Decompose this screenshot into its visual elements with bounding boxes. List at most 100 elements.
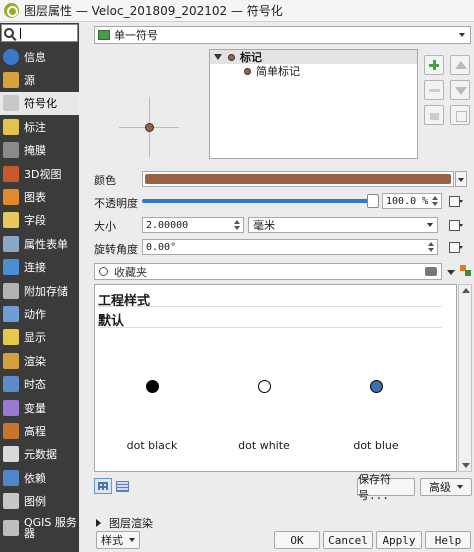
collapse-arrow-icon[interactable]: [96, 519, 101, 527]
variable-icon: [3, 399, 19, 416]
icon-view-toggle[interactable]: [94, 478, 112, 494]
sidebar-item-label: 掩膜: [24, 144, 46, 158]
apply-button[interactable]: Apply: [376, 531, 422, 549]
scroll-up-icon[interactable]: [462, 288, 470, 293]
spin-arrows-icon[interactable]: [430, 195, 440, 207]
window-title: 图层属性 — Veloc_201809_202102 — 符号化: [24, 4, 283, 18]
library-symbol-label[interactable]: dot white: [219, 439, 309, 452]
save-symbol-label: 保存符号...: [358, 473, 391, 502]
ok-label: OK: [290, 533, 304, 547]
sidebar-item[interactable]: 动作: [0, 302, 79, 325]
sidebar-item[interactable]: 属性表单: [0, 232, 79, 255]
sidebar-item-label: 源: [24, 74, 35, 88]
sidebar-item-label: 时态: [24, 378, 46, 392]
sidebar-item[interactable]: 图表: [0, 185, 79, 208]
color-button[interactable]: [142, 171, 454, 187]
help-button[interactable]: Help: [425, 531, 471, 549]
sidebar-item[interactable]: 图例: [0, 489, 79, 512]
tree-row-simple-marker[interactable]: 简单标记: [210, 64, 417, 78]
text-cursor: [20, 27, 21, 39]
sidebar-item-label: 附加存储: [24, 284, 68, 298]
sidebar-item[interactable]: 符号化: [0, 91, 79, 116]
list-view-toggle[interactable]: [114, 478, 130, 494]
sidebar-item[interactable]: 字段: [0, 209, 79, 232]
paintbrush-icon: [3, 95, 19, 112]
sidebar-item[interactable]: 连接: [0, 256, 79, 279]
sidebar-item-label: 连接: [24, 261, 46, 275]
size-spinbox[interactable]: 2.00000: [142, 217, 244, 233]
symbol-library-view: 工程样式 默认 dot black dot white dot blue: [94, 284, 457, 472]
data-defined-override-icon[interactable]: [448, 218, 463, 232]
cancel-button[interactable]: Cancel: [323, 531, 373, 549]
join-icon: [3, 259, 19, 276]
library-symbol-swatch[interactable]: [258, 380, 271, 393]
lock-layer-button[interactable]: [424, 105, 444, 125]
sidebar-item[interactable]: 高程: [0, 419, 79, 442]
sidebar-item[interactable]: 时态: [0, 372, 79, 395]
layer-rendering-toggle[interactable]: 图层渲染: [96, 515, 153, 531]
sidebar-item[interactable]: 标注: [0, 115, 79, 138]
advanced-button[interactable]: 高级: [420, 478, 472, 496]
diagram-icon: [3, 189, 19, 206]
display-bubble-icon: [3, 329, 19, 346]
rotation-spinbox[interactable]: 0.00°: [142, 239, 438, 255]
opacity-spinbox[interactable]: 100.0 %: [382, 193, 442, 209]
library-group-dropdown[interactable]: [444, 263, 458, 280]
expand-arrow-icon[interactable]: [214, 54, 222, 60]
sidebar-item[interactable]: 掩膜: [0, 139, 79, 162]
opacity-slider-track[interactable]: [142, 199, 376, 203]
ok-button[interactable]: OK: [274, 531, 320, 549]
sidebar-item[interactable]: 变量: [0, 396, 79, 419]
library-symbol-label[interactable]: dot blue: [331, 439, 421, 452]
library-scrollbar[interactable]: [458, 284, 472, 472]
sidebar-item[interactable]: 源: [0, 68, 79, 91]
spin-arrows-icon[interactable]: [232, 219, 242, 231]
sidebar-item-label: 符号化: [24, 97, 57, 111]
move-up-button[interactable]: [450, 55, 470, 75]
rotation-value: 0.00°: [146, 241, 177, 253]
duplicate-layer-button[interactable]: [450, 105, 470, 125]
sidebar-item[interactable]: 显示: [0, 326, 79, 349]
move-down-button[interactable]: [450, 80, 470, 100]
symbol-library-search[interactable]: 收藏夹: [94, 263, 442, 280]
renderer-type-select[interactable]: 单一符号: [94, 26, 471, 44]
advanced-label: 高级: [429, 481, 451, 494]
color-menu-button[interactable]: [455, 171, 467, 187]
opacity-slider-handle[interactable]: [367, 194, 379, 208]
clear-search-icon[interactable]: [425, 267, 437, 276]
scroll-down-icon[interactable]: [462, 463, 470, 468]
sidebar-search-input[interactable]: [1, 24, 78, 42]
size-unit-select[interactable]: 毫米: [248, 217, 438, 233]
sidebar-item-label: 元数据: [24, 448, 57, 462]
symbol-preview: [94, 47, 206, 179]
sidebar-item[interactable]: QGIS 服务器: [0, 513, 79, 543]
sidebar-list: 信息源符号化标注掩膜 3D视图图表 字段 属性表单连接附加存储动作显示渲染时态变量 高程…: [0, 45, 79, 543]
remove-symbol-layer-button[interactable]: [424, 80, 444, 100]
sidebar-item-label: QGIS 服务器: [24, 515, 77, 540]
sidebar-item-label: 3D视图: [24, 167, 62, 181]
style-button[interactable]: 样式: [96, 531, 140, 549]
sidebar-item-label: 显示: [24, 331, 46, 345]
save-symbol-button[interactable]: 保存符号...: [357, 473, 415, 502]
data-defined-override-icon[interactable]: [448, 194, 463, 208]
library-symbol-swatch[interactable]: [146, 380, 159, 393]
sidebar-item[interactable]: 渲染: [0, 349, 79, 372]
spin-arrows-icon[interactable]: [426, 241, 436, 253]
action-gear-icon: [3, 305, 19, 322]
properties-sidebar: 信息源符号化标注掩膜 3D视图图表 字段 属性表单连接附加存储动作显示渲染时态变量 高程…: [0, 23, 79, 552]
chevron-down-icon: [129, 538, 135, 542]
sidebar-item[interactable]: 信息: [0, 45, 79, 68]
add-symbol-layer-button[interactable]: [424, 55, 444, 75]
data-defined-override-icon[interactable]: [448, 240, 463, 254]
style-manager-icon[interactable]: [460, 265, 472, 277]
sidebar-item[interactable]: 3D视图: [0, 162, 79, 185]
library-symbol-swatch[interactable]: [370, 380, 383, 393]
sidebar-item[interactable]: 依赖: [0, 466, 79, 489]
sidebar-item[interactable]: 附加存储: [0, 279, 79, 302]
library-symbol-label[interactable]: dot black: [107, 439, 197, 452]
sidebar-item[interactable]: 元数据: [0, 443, 79, 466]
tree-row-marker[interactable]: 标记: [210, 50, 417, 64]
help-label: Help: [434, 533, 462, 547]
symbol-library-search-text: 收藏夹: [114, 265, 147, 279]
simple-marker-bullet-icon: [244, 67, 251, 75]
